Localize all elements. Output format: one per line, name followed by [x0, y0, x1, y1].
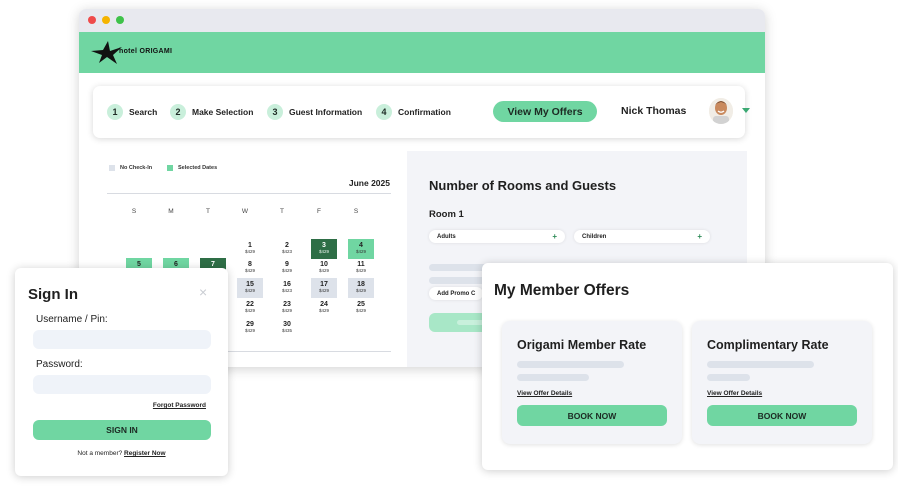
rate-title: Origami Member Rate: [517, 338, 647, 352]
calendar-day-no-checkin[interactable]: 18 $429: [348, 278, 374, 298]
weekday-label: S: [353, 208, 359, 215]
minimize-window-dot[interactable]: [102, 16, 110, 24]
brand-header: hotel ORIGAMI: [79, 32, 765, 73]
close-icon[interactable]: ×: [199, 284, 207, 300]
calendar-day[interactable]: 8 $429: [237, 258, 263, 278]
register-prompt: Not a member? Register Now: [15, 450, 228, 457]
close-window-dot[interactable]: [88, 16, 96, 24]
legend-label: No Check-In: [120, 165, 153, 171]
plus-icon[interactable]: +: [552, 232, 557, 241]
calendar-day[interactable]: 25 $429: [348, 298, 374, 318]
step-number: 4: [376, 104, 392, 120]
add-promo-code-button[interactable]: Add Promo C: [429, 287, 484, 300]
rate-card-origami-member: Origami Member Rate View Offer Details B…: [502, 321, 682, 444]
book-now-button[interactable]: BOOK NOW: [707, 405, 857, 426]
calendar-day[interactable]: 30 $435: [274, 318, 300, 338]
view-offer-details-link[interactable]: View Offer Details: [517, 390, 572, 397]
weekday-label: F: [317, 208, 321, 215]
calendar-day-selected[interactable]: 3 $429: [311, 239, 337, 259]
forgot-password-link[interactable]: Forgot Password: [153, 402, 206, 409]
legend-selected-dates: Selected Dates: [167, 165, 217, 171]
browser-chrome: [79, 9, 765, 32]
calendar-day-no-checkin[interactable]: 17 $429: [311, 278, 337, 298]
placeholder-line: [517, 374, 589, 381]
legend-swatch-grey: [109, 165, 115, 171]
placeholder-line: [517, 361, 624, 368]
user-avatar[interactable]: [709, 98, 733, 124]
username-input[interactable]: [33, 330, 211, 349]
weekday-label: T: [206, 208, 210, 215]
children-label: Children: [582, 233, 607, 240]
legend-no-checkin: No Check-In: [109, 165, 152, 171]
avatar-icon: [709, 98, 733, 124]
plus-icon[interactable]: +: [697, 232, 702, 241]
step-confirmation[interactable]: 4 Confirmation: [376, 104, 451, 120]
adults-stepper[interactable]: Adults +: [429, 230, 565, 243]
adults-label: Adults: [437, 233, 456, 240]
step-guest-information[interactable]: 3 Guest Information: [267, 104, 362, 120]
booking-stepper: 1 Search 2 Make Selection 3 Guest Inform…: [93, 86, 750, 138]
weekday-label: S: [131, 208, 137, 215]
user-menu-chevron-down-icon[interactable]: [742, 108, 750, 113]
calendar-day[interactable]: 29 $429: [237, 318, 263, 338]
calendar-month: June 2025: [348, 178, 390, 188]
calendar-day[interactable]: 11 $429: [348, 258, 374, 278]
calendar-day[interactable]: 24 $429: [311, 298, 337, 318]
rate-title: Complimentary Rate: [707, 338, 829, 352]
step-number: 1: [107, 104, 123, 120]
step-label: Search: [129, 107, 158, 117]
calendar-day[interactable]: 10 $429: [311, 258, 337, 278]
register-now-link[interactable]: Register Now: [124, 450, 166, 457]
member-offers-card: My Member Offers Origami Member Rate Vie…: [482, 263, 893, 470]
logo-text: hotel ORIGAMI: [119, 47, 173, 55]
weekday-label: W: [241, 208, 249, 215]
rate-card-complimentary: Complimentary Rate View Offer Details BO…: [692, 321, 872, 444]
step-label: Guest Information: [289, 107, 363, 117]
calendar-day[interactable]: 22 $429: [237, 298, 263, 318]
placeholder-line: [707, 361, 814, 368]
book-now-button[interactable]: BOOK NOW: [517, 405, 667, 426]
sign-in-button[interactable]: SIGN IN: [33, 420, 211, 440]
step-make-selection[interactable]: 2 Make Selection: [170, 104, 253, 120]
calendar-divider: [107, 193, 391, 194]
room-label: Room 1: [429, 209, 464, 220]
view-my-offers-button[interactable]: View My Offers: [493, 101, 597, 122]
calendar-day-no-checkin[interactable]: 15 $429: [237, 278, 263, 298]
calendar-day[interactable]: 2 $423: [274, 239, 300, 259]
member-offers-title: My Member Offers: [494, 282, 630, 299]
hotel-logo[interactable]: hotel ORIGAMI: [91, 41, 172, 65]
username-label: Username / Pin:: [36, 314, 108, 325]
sign-in-title: Sign In: [28, 286, 78, 303]
user-name: Nick Thomas: [621, 105, 687, 117]
calendar-day[interactable]: 16 $423: [274, 278, 300, 298]
step-number: 2: [170, 104, 186, 120]
sign-in-card: Sign In × Username / Pin: Password: Forg…: [15, 268, 228, 476]
password-input[interactable]: [33, 375, 211, 394]
calendar-day[interactable]: 1 $429: [237, 239, 263, 259]
maximize-window-dot[interactable]: [116, 16, 124, 24]
weekday-label: T: [280, 208, 284, 215]
calendar-day[interactable]: 9 $429: [274, 258, 300, 278]
children-stepper[interactable]: Children +: [574, 230, 710, 243]
calendar-day[interactable]: 23 $429: [274, 298, 300, 318]
not-member-text: Not a member?: [77, 450, 123, 457]
step-search[interactable]: 1 Search: [107, 104, 157, 120]
rooms-title: Number of Rooms and Guests: [429, 178, 617, 193]
view-offer-details-link[interactable]: View Offer Details: [707, 390, 762, 397]
weekday-label: M: [168, 208, 174, 215]
step-label: Make Selection: [192, 107, 254, 117]
calendar-day-selected[interactable]: 4 $429: [348, 239, 374, 259]
legend-swatch-green: [167, 165, 173, 171]
step-label: Confirmation: [398, 107, 451, 117]
placeholder-line: [707, 374, 750, 381]
password-label: Password:: [36, 359, 83, 370]
step-number: 3: [267, 104, 283, 120]
legend-label: Selected Dates: [178, 165, 218, 171]
